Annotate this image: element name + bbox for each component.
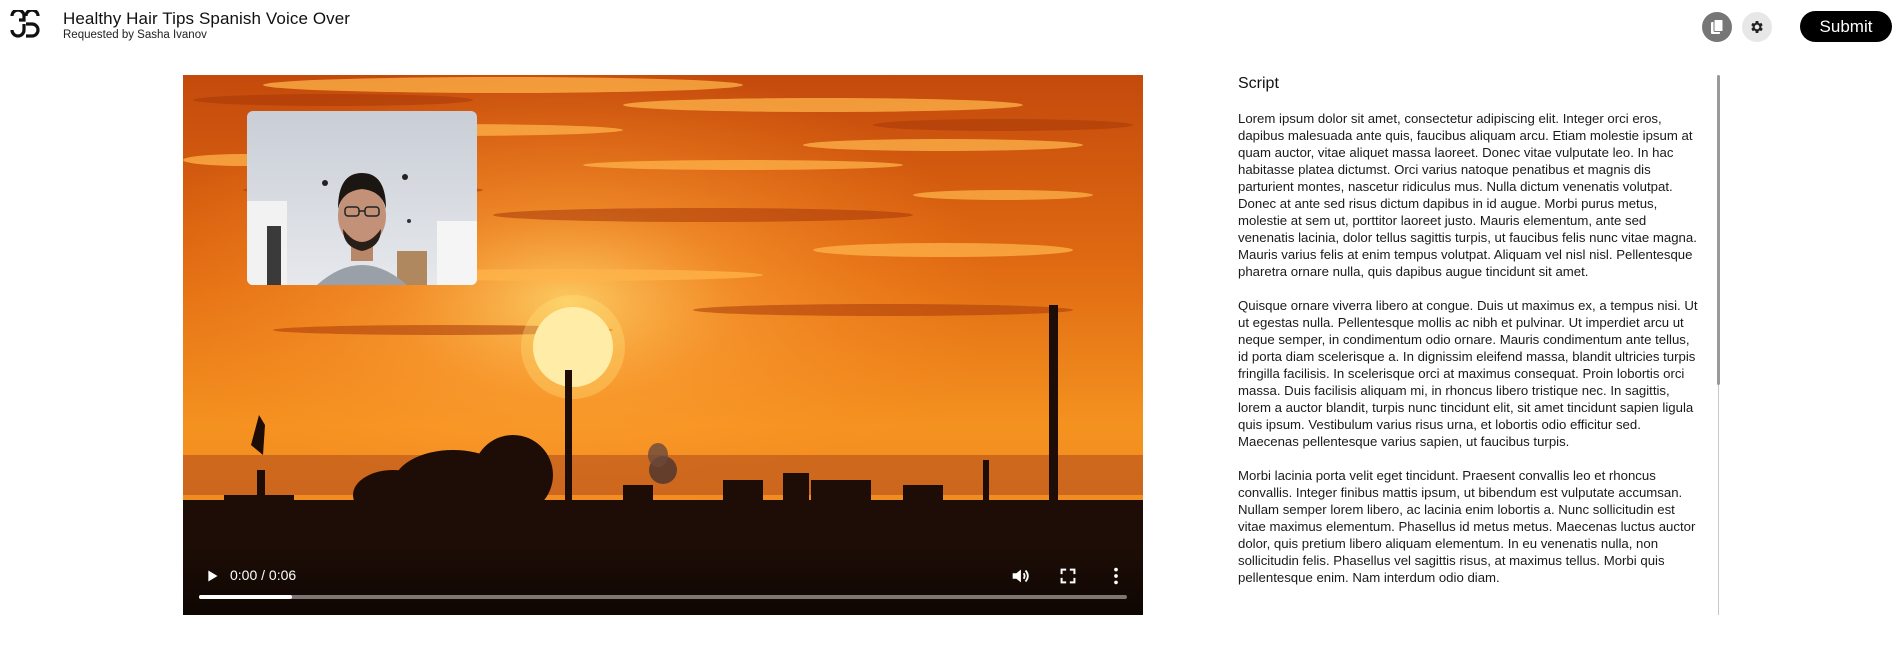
copy-icon bbox=[1711, 19, 1724, 34]
script-paragraph: Morbi lacinia porta velit eget tincidunt… bbox=[1238, 468, 1696, 585]
volume-icon[interactable] bbox=[1009, 565, 1031, 587]
script-paragraph: Quisque ornare viverra libero at congue.… bbox=[1238, 298, 1698, 449]
page-title: Healthy Hair Tips Spanish Voice Over bbox=[63, 9, 351, 28]
video-controls: 0:00 / 0:06 bbox=[183, 545, 1143, 615]
script-heading: Script bbox=[1238, 75, 1279, 92]
copy-button[interactable] bbox=[1702, 12, 1732, 42]
time-display: 0:00 / 0:06 bbox=[230, 567, 297, 583]
video-player[interactable]: 0:00 / 0:06 bbox=[183, 75, 1143, 615]
play-icon[interactable] bbox=[201, 565, 223, 587]
settings-button[interactable] bbox=[1742, 12, 1772, 42]
submit-button[interactable]: Submit bbox=[1800, 11, 1892, 42]
webcam-feed-image bbox=[247, 111, 477, 285]
webcam-overlay bbox=[247, 111, 477, 285]
progress-fill bbox=[199, 595, 292, 599]
progress-bar[interactable] bbox=[199, 595, 1127, 599]
requested-by: Requested by Sasha Ivanov bbox=[63, 29, 207, 41]
script-text[interactable]: Lorem ipsum dolor sit amet, consectetur … bbox=[1238, 110, 1700, 615]
fullscreen-icon[interactable] bbox=[1057, 565, 1079, 587]
gear-icon bbox=[1751, 21, 1763, 33]
logo-icon bbox=[10, 10, 40, 38]
more-options-icon[interactable] bbox=[1105, 565, 1127, 587]
script-paragraph: Lorem ipsum dolor sit amet, consectetur … bbox=[1238, 111, 1697, 279]
scrollbar-thumb[interactable] bbox=[1717, 75, 1720, 385]
